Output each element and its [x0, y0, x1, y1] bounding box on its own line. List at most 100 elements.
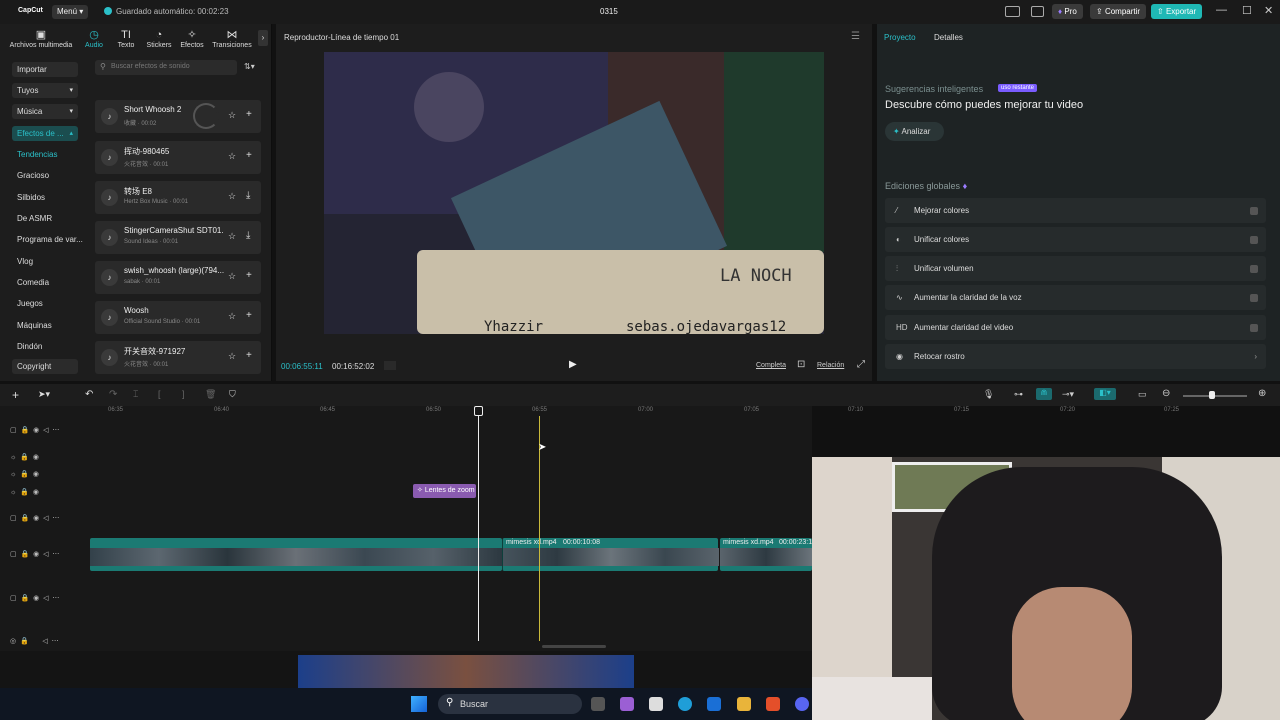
zoom-slider-handle[interactable]	[1209, 391, 1215, 399]
timeline[interactable]	[0, 406, 812, 651]
track-controls[interactable]: ☼ 🔒 ◉	[10, 470, 39, 478]
add-icon[interactable]: +	[246, 270, 252, 281]
chain-icon[interactable]: ⊸▾	[1062, 389, 1074, 400]
track-controls[interactable]: ◎ 🔒 ◁ ⋯	[10, 637, 59, 645]
sfx-item[interactable]: ♪ swish_whoosh (large)(794... sabak · 00:0…	[95, 261, 261, 294]
add-icon[interactable]: +	[246, 310, 252, 321]
category-machines[interactable]: Máquinas	[12, 318, 78, 333]
category-yours[interactable]: Tuyos ▾	[12, 83, 78, 98]
timecode-icon[interactable]	[384, 361, 396, 370]
store-icon[interactable]	[649, 697, 663, 711]
play-icon[interactable]: ▶	[569, 359, 577, 370]
video-clarity-item[interactable]: HD Aumentar claridad del video	[885, 315, 1266, 340]
zoom-in-icon[interactable]: ⊕	[1258, 388, 1266, 399]
file-explorer-icon[interactable]	[737, 697, 751, 711]
tab-transitions[interactable]: ⋈ Transiciones	[211, 28, 253, 49]
track-controls[interactable]: ▢ 🔒 ◉ ◁ ⋯	[10, 514, 59, 522]
microphone-icon[interactable]: 🎙	[983, 389, 994, 400]
analyze-button[interactable]: ✦ Analizar	[885, 122, 944, 141]
add-track-icon[interactable]: +	[12, 388, 19, 402]
category-ding[interactable]: Dindón	[12, 339, 78, 354]
maximize-icon[interactable]: ☐	[1242, 4, 1252, 17]
download-icon[interactable]: ⤓	[246, 230, 250, 241]
category-funny[interactable]: Gracioso	[12, 168, 78, 183]
undo-icon[interactable]: ↶	[85, 389, 93, 400]
zoom-out-icon[interactable]: ⊖	[1162, 388, 1170, 399]
tab-media[interactable]: ▣ Archivos multimedia	[8, 28, 74, 49]
minimize-icon[interactable]: —	[1216, 4, 1227, 16]
ratio-button[interactable]: Relación	[817, 362, 844, 369]
pro-button[interactable]: ♦ Pro	[1052, 4, 1083, 19]
category-trending[interactable]: Tendencias	[12, 147, 78, 162]
video-preview[interactable]: LA NOCH Yhazzir sebas.ojedavargas12	[324, 52, 824, 334]
discord-icon[interactable]	[795, 697, 809, 711]
download-icon[interactable]: ⤓	[246, 190, 250, 201]
track-controls[interactable]: ▢ 🔒 ◉ ◁ ⋯	[10, 594, 59, 602]
video-clip[interactable]: mimesis xd.mp4 00:00:23:1	[720, 538, 812, 571]
favorite-icon[interactable]: ☆	[228, 231, 236, 242]
sfx-item[interactable]: ♪ Woosh Official Sound Studio · 00:01 ☆ +	[95, 301, 261, 334]
fullscreen-mode-button[interactable]: Completa	[756, 362, 786, 369]
favorite-icon[interactable]: ☆	[228, 191, 236, 202]
redo-icon[interactable]: ↷	[109, 389, 117, 400]
screenshot-icon[interactable]: ⊡	[797, 359, 805, 370]
layout-icon[interactable]	[1005, 6, 1020, 17]
tab-project[interactable]: Proyecto	[884, 33, 916, 42]
effect-clip[interactable]: ✧ Lentes de zoom	[413, 484, 476, 498]
close-icon[interactable]: ✕	[1264, 4, 1273, 17]
enhance-colors-item[interactable]: ⁄ Mejorar colores	[885, 198, 1266, 223]
share-button[interactable]: ⇪ Compartir	[1090, 4, 1147, 19]
mail-icon[interactable]	[707, 697, 721, 711]
copilot-icon[interactable]	[620, 697, 634, 711]
category-sound-effects[interactable]: Efectos de ... ▴	[12, 126, 78, 141]
trim-right-icon[interactable]: ]	[182, 389, 185, 399]
sfx-item[interactable]: ♪ Short Whoosh 2 收藏 · 00:02 ☆ +	[95, 100, 261, 133]
edge-icon[interactable]	[678, 697, 692, 711]
video-clip[interactable]: mimesis xd.mp4 00:00:10:08	[502, 538, 719, 571]
tab-effects[interactable]: ✧ Efectos	[175, 28, 209, 49]
track-controls[interactable]: ▢ 🔒 ◉ ◁ ⋯	[10, 426, 59, 434]
category-asmr[interactable]: De ASMR	[12, 211, 78, 226]
toggle[interactable]	[1250, 236, 1258, 244]
menu-button[interactable]: Menú ▾	[52, 5, 88, 19]
category-games[interactable]: Juegos	[12, 296, 78, 311]
brave-icon[interactable]	[766, 697, 780, 711]
category-vlog[interactable]: Vlog	[12, 254, 78, 269]
playhead-handle[interactable]	[474, 406, 483, 416]
unify-volume-item[interactable]: ⫶ Unificar volumen	[885, 256, 1266, 281]
favorite-icon[interactable]: ☆	[228, 311, 236, 322]
sfx-search-input[interactable]: ⚲ Buscar efectos de sonido	[95, 60, 237, 75]
link-icon[interactable]: ⊶	[1014, 389, 1023, 400]
task-view-icon[interactable]	[591, 697, 605, 711]
unify-colors-item[interactable]: ◐ Unificar colores	[885, 227, 1266, 252]
taskbar-search[interactable]: ⚲ Buscar	[438, 694, 582, 714]
caption-icon[interactable]: ▭	[1138, 389, 1147, 400]
favorite-icon[interactable]: ☆	[228, 271, 236, 282]
expand-icon[interactable]: ⤢	[857, 359, 865, 370]
toggle[interactable]	[1250, 265, 1258, 273]
split-icon[interactable]: ⌶	[133, 389, 138, 400]
shield-icon[interactable]: ⛉	[229, 389, 236, 400]
tab-details[interactable]: Detalles	[934, 33, 963, 42]
add-icon[interactable]: +	[246, 350, 252, 361]
select-tool-icon[interactable]: ➤▾	[38, 389, 50, 400]
track-controls[interactable]: ☼ 🔒 ◉	[10, 488, 39, 496]
add-icon[interactable]: +	[246, 109, 252, 120]
tab-stickers[interactable]: ◔ Stickers	[142, 28, 176, 49]
favorite-icon[interactable]: ☆	[228, 151, 236, 162]
voice-clarity-item[interactable]: ∿ Aumentar la claridad de la voz	[885, 285, 1266, 310]
tabs-next-icon[interactable]: ›	[258, 30, 268, 46]
export-button[interactable]: ⇧ Exportar	[1151, 4, 1203, 19]
zoom-slider[interactable]	[1183, 395, 1247, 397]
trim-left-icon[interactable]: [	[158, 389, 161, 399]
windows-start-icon[interactable]	[411, 696, 427, 712]
category-variety[interactable]: Programa de var...	[12, 232, 84, 247]
sfx-item[interactable]: ♪ 开关音效-971927 火花音效 · 00:01 ☆ +	[95, 341, 261, 374]
shortcut-icon[interactable]	[1031, 6, 1044, 17]
category-copyright[interactable]: Copyright	[12, 359, 78, 374]
sfx-item[interactable]: ♪ StingerCameraShut SDT01... Sound Ideas ·…	[95, 221, 261, 254]
toggle[interactable]	[1250, 207, 1258, 215]
filter-icon[interactable]: ⇅▾	[244, 62, 255, 71]
toggle[interactable]	[1250, 324, 1258, 332]
playhead[interactable]	[478, 408, 479, 641]
